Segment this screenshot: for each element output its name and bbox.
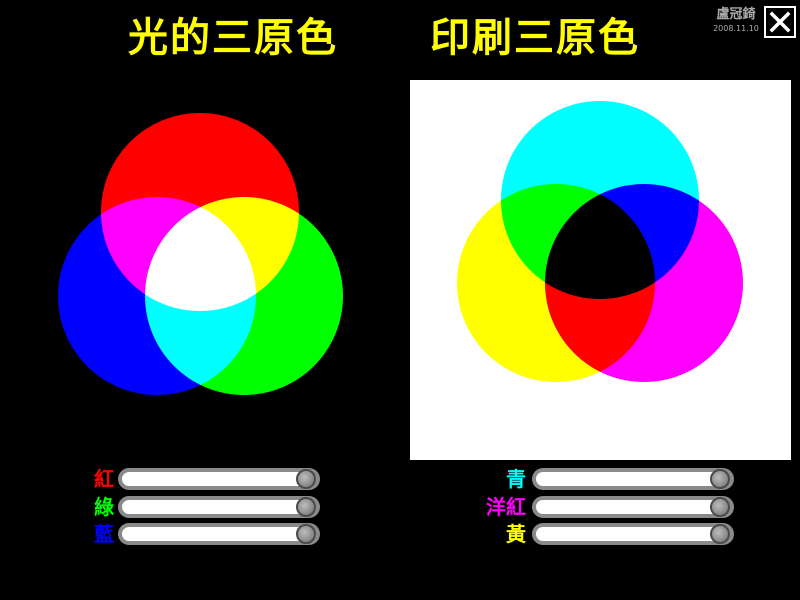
close-icon bbox=[769, 11, 791, 33]
author-name: 盧冠錡 bbox=[716, 7, 756, 22]
additive-venn-diagram bbox=[58, 113, 343, 395]
slider-cyan[interactable] bbox=[532, 468, 734, 490]
slider-label-yellow: 黃 bbox=[506, 522, 526, 546]
slider-label-red: 紅 bbox=[94, 467, 114, 491]
slider-label-blue: 藍 bbox=[94, 522, 114, 546]
title-light-primaries: 光的三原色 bbox=[128, 15, 338, 61]
slider-row-yellow: 黃 bbox=[460, 523, 736, 545]
subtractive-color-panel bbox=[410, 80, 791, 460]
slider-red[interactable] bbox=[118, 468, 320, 490]
slider-green[interactable] bbox=[118, 496, 320, 518]
slider-handle-yellow[interactable] bbox=[710, 524, 730, 544]
slider-label-magenta: 洋紅 bbox=[486, 495, 526, 519]
author-date: 2008.11.10 bbox=[713, 24, 759, 33]
slider-row-red: 紅 bbox=[70, 468, 322, 490]
slider-handle-green[interactable] bbox=[296, 497, 316, 517]
slider-row-magenta: 洋紅 bbox=[460, 496, 736, 518]
slider-row-green: 綠 bbox=[70, 496, 322, 518]
close-button[interactable] bbox=[764, 6, 796, 38]
author-info: 盧冠錡 2008.11.10 bbox=[708, 6, 764, 34]
slider-label-cyan: 青 bbox=[506, 467, 526, 491]
slider-blue[interactable] bbox=[118, 523, 320, 545]
slider-handle-cyan[interactable] bbox=[710, 469, 730, 489]
slider-row-blue: 藍 bbox=[70, 523, 322, 545]
slider-handle-red[interactable] bbox=[296, 469, 316, 489]
subtractive-venn-diagram bbox=[410, 80, 791, 460]
title-print-primaries: 印刷三原色 bbox=[430, 15, 640, 61]
green-light-circle bbox=[145, 197, 343, 395]
slider-handle-blue[interactable] bbox=[296, 524, 316, 544]
slider-handle-magenta[interactable] bbox=[710, 497, 730, 517]
slider-row-cyan: 青 bbox=[460, 468, 736, 490]
magenta-ink-circle bbox=[545, 184, 743, 382]
slider-label-green: 綠 bbox=[94, 495, 114, 519]
additive-color-panel bbox=[40, 80, 370, 460]
slider-yellow[interactable] bbox=[532, 523, 734, 545]
slider-magenta[interactable] bbox=[532, 496, 734, 518]
